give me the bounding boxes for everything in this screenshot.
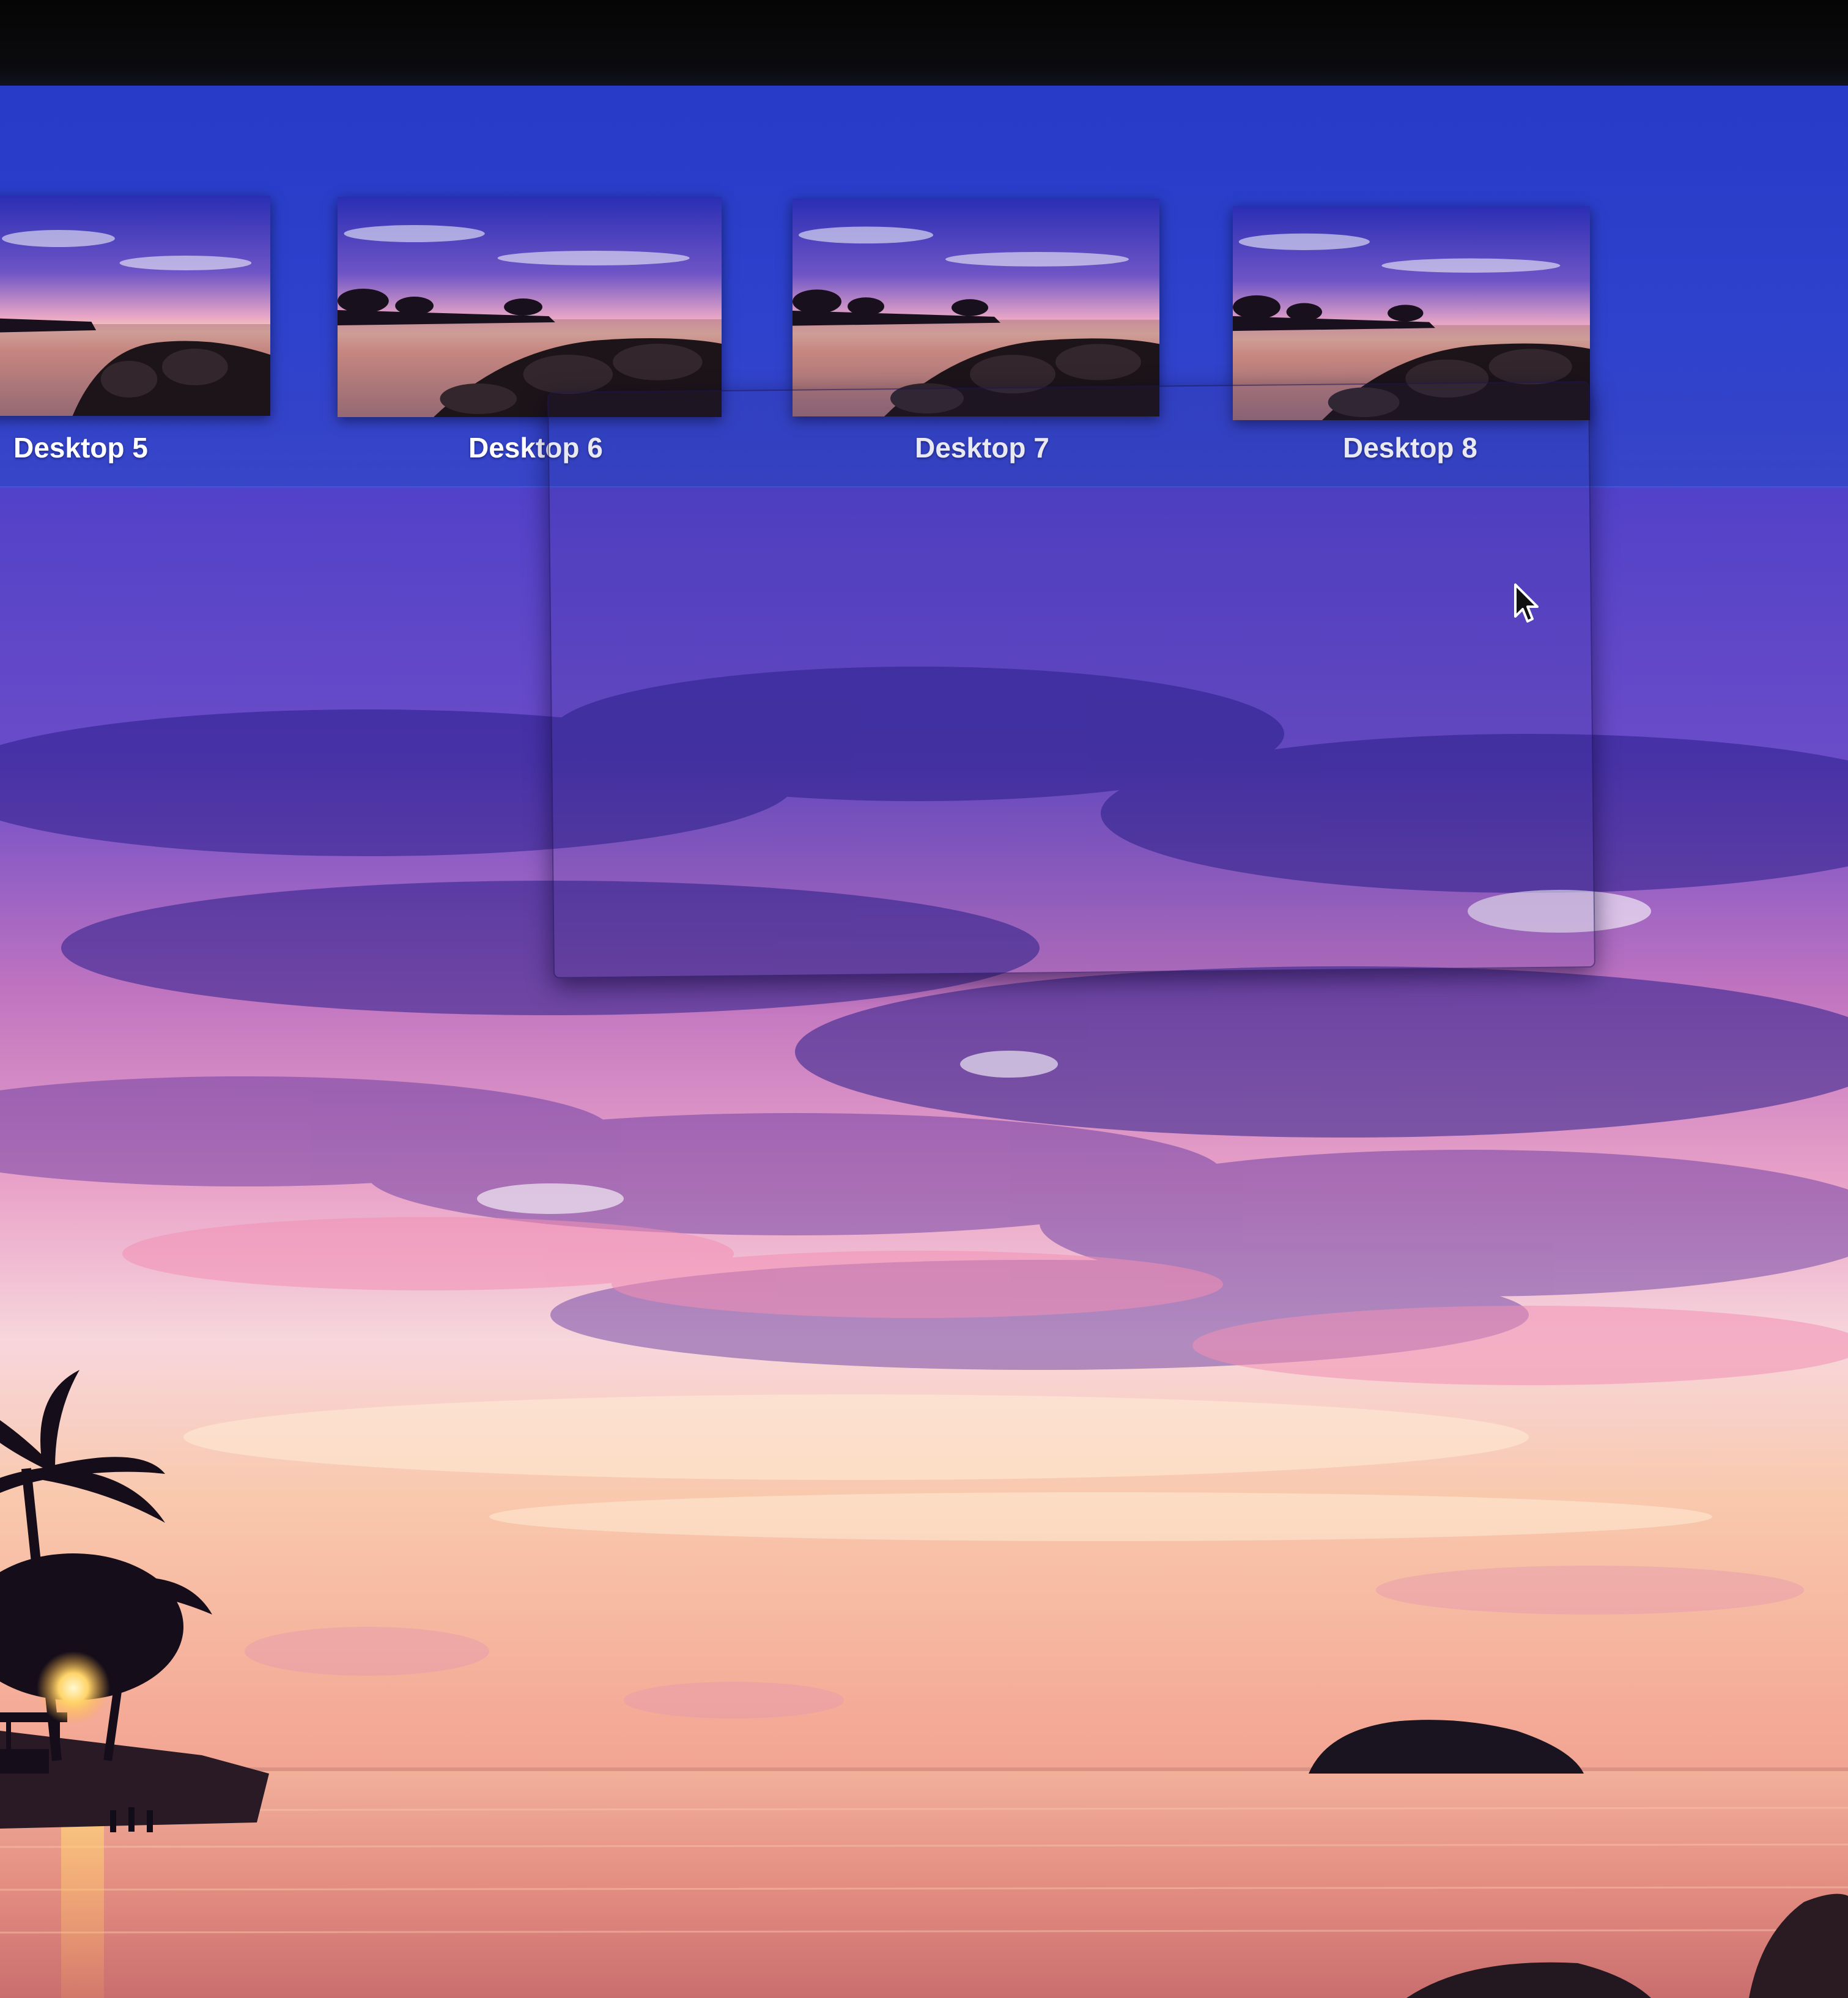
space-thumbnail[interactable]: [0, 196, 270, 416]
monitor-bezel: [0, 0, 1848, 86]
dragged-window[interactable]: [547, 381, 1595, 979]
arrow-cursor-icon: [1513, 582, 1542, 626]
screen: Desktop 5 Desktop 6 Desktop 7 Desktop 8: [0, 0, 1848, 1998]
space-label: Desktop 5: [13, 432, 148, 464]
space-thumbnail[interactable]: [793, 199, 1159, 416]
space-thumbnail[interactable]: [338, 197, 722, 417]
